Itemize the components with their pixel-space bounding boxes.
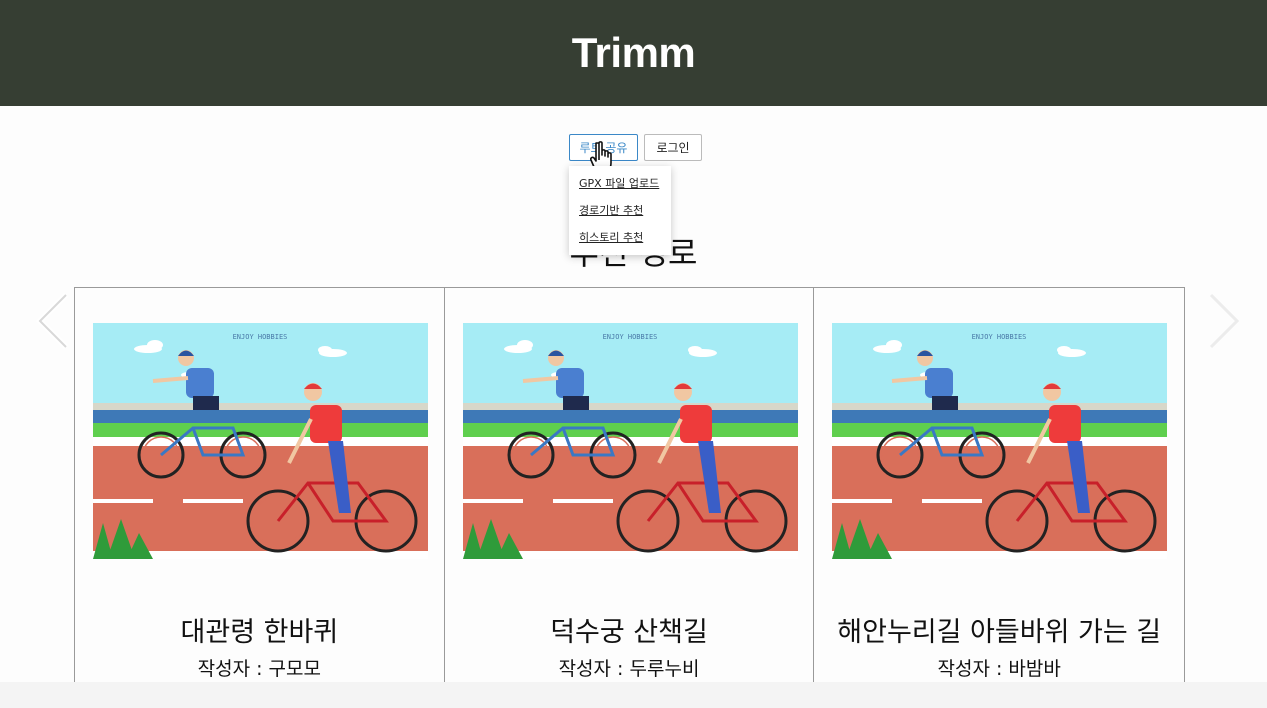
cyclists-illustration: ENJOY HOBBIES [93, 323, 428, 559]
menu-item-history-recommend[interactable]: 히스토리 추천 [569, 224, 671, 251]
route-card[interactable]: ENJOY HOBBIES 대관령 한바퀴 작성자 : 구모모 [75, 288, 445, 682]
cyclists-illustration: ENJOY HOBBIES [462, 323, 798, 559]
route-name[interactable]: 해안누리길 아들바위 가는 길 [814, 610, 1184, 649]
carousel-prev-arrow-icon[interactable] [36, 292, 70, 350]
cyclists-illustration: ENJOY HOBBIES [832, 323, 1168, 559]
route-card[interactable]: ENJOY HOBBIES 해안누리길 아들바위 가는 길 작성자 : 바밤바 [814, 288, 1184, 682]
route-author: 작성자 : 두루누비 [558, 658, 700, 680]
route-carousel: ENJOY HOBBIES 대관령 한바퀴 작성자 : 구모모 ENJOY HO… [74, 287, 1185, 682]
route-author: 작성자 : 바밤바 [937, 658, 1061, 680]
share-dropdown-menu: GPX 파일 업로드 경로기반 추천 히스토리 추천 [569, 166, 671, 255]
banner-text: ENJOY HOBBIES [233, 333, 288, 341]
app-title[interactable]: Trimm [572, 29, 696, 77]
login-button[interactable]: 로그인 [644, 134, 702, 161]
app-header: Trimm [0, 0, 1267, 106]
menu-item-route-recommend[interactable]: 경로기반 추천 [569, 197, 671, 224]
route-name[interactable]: 덕수궁 산책길 [445, 610, 814, 649]
route-card[interactable]: ENJOY HOBBIES 덕수궁 산책길 작성자 : 두루누비 [445, 288, 815, 682]
route-thumbnail[interactable]: ENJOY HOBBIES [93, 323, 428, 559]
banner-text: ENJOY HOBBIES [602, 333, 657, 341]
route-thumbnail[interactable]: ENJOY HOBBIES [462, 323, 798, 559]
menu-item-gpx-upload[interactable]: GPX 파일 업로드 [569, 170, 671, 197]
carousel-next-arrow-icon[interactable] [1207, 292, 1241, 350]
route-author: 작성자 : 구모모 [197, 658, 322, 680]
route-name[interactable]: 대관령 한바퀴 [75, 610, 444, 649]
banner-text: ENJOY HOBBIES [972, 333, 1027, 341]
route-thumbnail[interactable]: ENJOY HOBBIES [832, 323, 1168, 559]
page-bottom-strip [0, 682, 1267, 708]
